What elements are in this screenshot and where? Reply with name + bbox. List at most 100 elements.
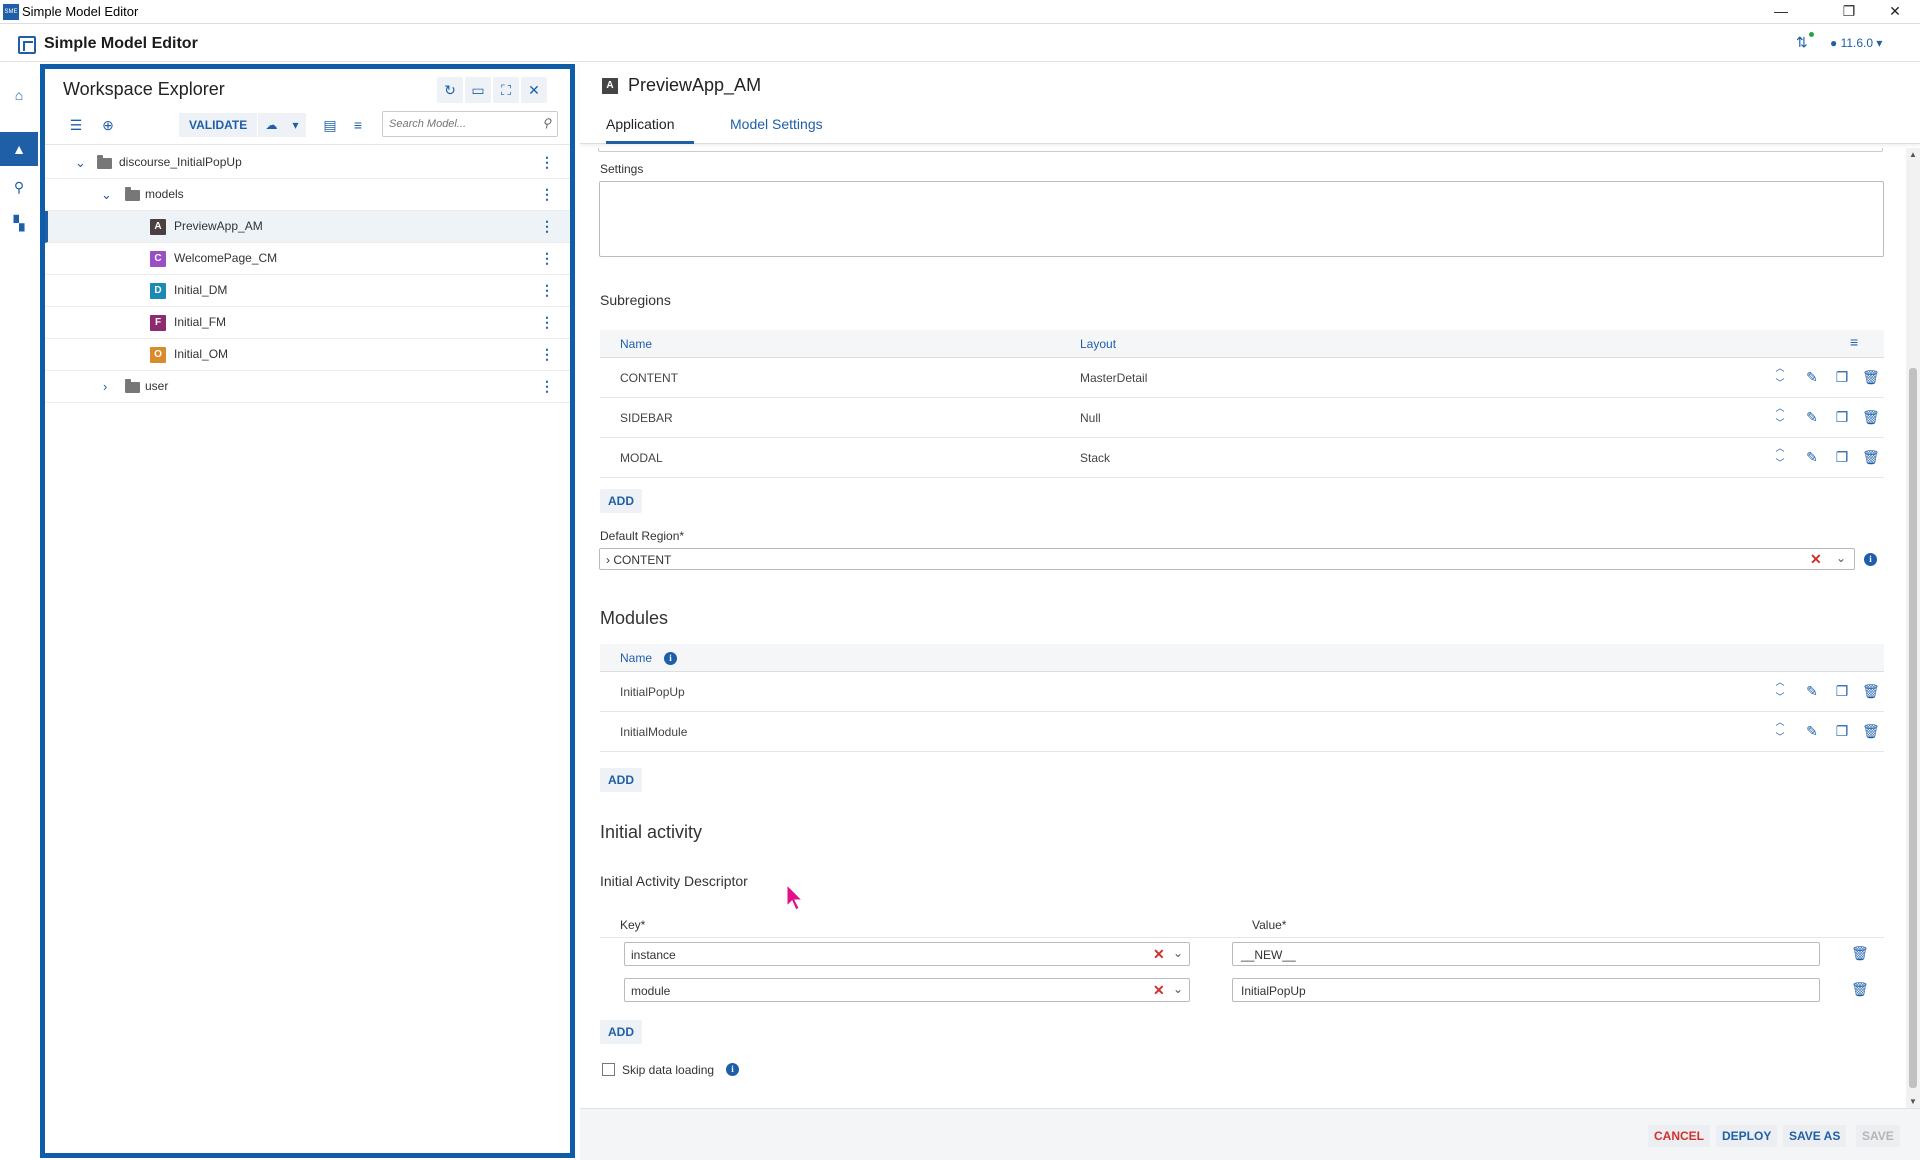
delete-icon[interactable]: 🗑 (1862, 449, 1880, 466)
folder-open-icon[interactable]: ▭ (465, 77, 491, 103)
editor-scrollbar[interactable]: ▲ ▼ (1906, 148, 1920, 1108)
chevron-down-icon[interactable]: ⌄ (1836, 551, 1846, 565)
tree-item-initial-om[interactable]: O Initial_OM ⋮ (45, 339, 570, 371)
table-row[interactable]: InitialPopUp ︿ ﹀ ✎ ❐ 🗑 (600, 672, 1884, 712)
document-icon[interactable]: ▤ (319, 114, 341, 136)
column-name[interactable]: Name (620, 651, 652, 665)
hierarchy-icon[interactable]: ▚ (0, 206, 38, 240)
add-subregion-button[interactable]: ADD (600, 489, 642, 513)
more-options-icon[interactable]: ⋮ (540, 218, 554, 235)
edit-icon[interactable]: ✎ (1804, 449, 1820, 466)
key-select[interactable]: instance ✕ ⌄ (624, 942, 1190, 966)
close-window-button[interactable]: ✕ (1872, 0, 1918, 24)
tree-item-models[interactable]: ⌄ models ⋮ (45, 179, 570, 211)
delete-icon[interactable]: 🗑 (1862, 683, 1880, 700)
edit-icon[interactable]: ✎ (1804, 369, 1820, 386)
add-module-button[interactable]: ADD (600, 768, 642, 792)
chevron-down-icon[interactable]: ⌄ (75, 155, 87, 171)
scroll-thumb[interactable] (1909, 368, 1917, 1088)
copy-icon[interactable]: ❐ (1834, 409, 1850, 426)
validate-button[interactable]: VALIDATE (179, 113, 258, 137)
more-options-icon[interactable]: ⋮ (540, 282, 554, 299)
refresh-icon[interactable]: ↻ (437, 77, 463, 103)
delete-icon[interactable]: 🗑 (1851, 981, 1869, 998)
value-field[interactable]: InitialPopUp (1232, 978, 1820, 1002)
copy-icon[interactable]: ❐ (1834, 449, 1850, 466)
search-input[interactable] (389, 112, 529, 136)
delete-icon[interactable]: 🗑 (1862, 369, 1880, 386)
chevron-down-icon[interactable]: ⌄ (101, 187, 113, 203)
application-icon[interactable]: ▲ (0, 132, 38, 166)
filter-icon[interactable]: ≡ (1850, 334, 1858, 350)
column-name[interactable]: Name (620, 337, 652, 351)
copy-icon[interactable]: ❐ (1834, 683, 1850, 700)
menu-icon[interactable]: ☰ (65, 114, 87, 136)
info-icon[interactable]: i (664, 652, 677, 665)
delete-icon[interactable]: 🗑 (1862, 723, 1880, 740)
tree-item-previewapp-am[interactable]: A PreviewApp_AM ⋮ (45, 211, 570, 243)
more-options-icon[interactable]: ⋮ (540, 250, 554, 267)
filter-icon[interactable]: ≡ (347, 114, 369, 136)
value-field[interactable]: __NEW__ (1232, 942, 1820, 966)
restore-button[interactable]: ❐ (1826, 0, 1872, 24)
more-options-icon[interactable]: ⋮ (540, 378, 554, 395)
magnifier-icon[interactable]: ⚲ (542, 116, 551, 130)
more-options-icon[interactable]: ⋮ (540, 314, 554, 331)
minimize-button[interactable]: — (1758, 0, 1804, 24)
key-select[interactable]: module ✕ ⌄ (624, 978, 1190, 1002)
search-icon[interactable]: ⚲ (0, 170, 38, 204)
more-options-icon[interactable]: ⋮ (540, 154, 554, 171)
column-layout[interactable]: Layout (1080, 337, 1116, 351)
notifications-icon[interactable]: ⇅ (1796, 32, 1814, 52)
clear-icon[interactable]: ✕ (1153, 982, 1165, 999)
tree-item-welcomepage-cm[interactable]: C WelcomePage_CM ⋮ (45, 243, 570, 275)
edit-icon[interactable]: ✎ (1804, 683, 1820, 700)
save-as-button[interactable]: SAVE AS (1783, 1125, 1847, 1147)
tree-item-discourse-initialpopup[interactable]: ⌄ discourse_InitialPopUp ⋮ (45, 147, 570, 179)
skip-data-loading-checkbox[interactable] (602, 1063, 615, 1076)
add-descriptor-button[interactable]: ADD (600, 1020, 642, 1044)
table-row[interactable]: MODAL Stack ︿ ﹀ ✎ ❐ 🗑 (600, 438, 1884, 478)
copy-icon[interactable]: ❐ (1834, 369, 1850, 386)
table-row[interactable]: CONTENT MasterDetail ︿ ﹀ ✎ ❐ 🗑 (600, 358, 1884, 398)
tree-item-initial-dm[interactable]: D Initial_DM ⋮ (45, 275, 570, 307)
fullscreen-icon[interactable]: ⛶ (493, 77, 519, 103)
reorder-icon[interactable]: ︿ ﹀ (1774, 675, 1786, 705)
delete-icon[interactable]: 🗑 (1851, 945, 1869, 962)
reorder-icon[interactable]: ︿ ﹀ (1774, 401, 1786, 431)
chevron-down-icon[interactable]: ⌄ (1173, 982, 1183, 996)
copy-icon[interactable]: ❐ (1834, 723, 1850, 740)
edit-icon[interactable]: ✎ (1804, 723, 1820, 740)
reorder-icon[interactable]: ︿ ﹀ (1774, 441, 1786, 471)
tab-model-settings[interactable]: Model Settings (730, 116, 823, 144)
more-options-icon[interactable]: ⋮ (540, 346, 554, 363)
settings-textarea[interactable] (599, 181, 1884, 257)
edit-icon[interactable]: ✎ (1804, 409, 1820, 426)
home-icon[interactable]: ⌂ (0, 78, 38, 112)
upload-menu-button[interactable]: ☁ ▾ (258, 113, 306, 137)
save-button[interactable]: SAVE (1856, 1125, 1900, 1147)
tab-application[interactable]: Application (606, 116, 694, 144)
tree-item-user[interactable]: › user ⋮ (45, 371, 570, 403)
reorder-icon[interactable]: ︿ ﹀ (1774, 361, 1786, 391)
model-search[interactable]: ⚲ (382, 111, 558, 137)
chevron-right-icon[interactable]: › (103, 379, 115, 394)
clear-icon[interactable]: ✕ (1153, 946, 1165, 963)
table-row[interactable]: SIDEBAR Null ︿ ﹀ ✎ ❐ 🗑 (600, 398, 1884, 438)
close-panel-icon[interactable]: ✕ (521, 77, 547, 103)
info-icon[interactable]: i (1864, 553, 1877, 566)
info-icon[interactable]: i (726, 1063, 739, 1076)
default-region-select[interactable]: › CONTENT ✕ ⌄ (599, 548, 1855, 570)
reorder-icon[interactable]: ︿ ﹀ (1774, 715, 1786, 745)
more-options-icon[interactable]: ⋮ (540, 186, 554, 203)
deploy-button[interactable]: DEPLOY (1716, 1125, 1778, 1147)
clear-icon[interactable]: ✕ (1810, 551, 1822, 568)
add-circle-icon[interactable]: ⊕ (97, 114, 119, 136)
cancel-button[interactable]: CANCEL (1648, 1125, 1710, 1147)
chevron-down-icon[interactable]: ⌄ (1173, 946, 1183, 960)
version-menu[interactable]: ● 11.6.0 ▾ (1830, 36, 1882, 50)
scroll-down-icon[interactable]: ▼ (1908, 1097, 1918, 1106)
scroll-up-icon[interactable]: ▲ (1908, 150, 1918, 159)
tree-item-initial-fm[interactable]: F Initial_FM ⋮ (45, 307, 570, 339)
delete-icon[interactable]: 🗑 (1862, 409, 1880, 426)
